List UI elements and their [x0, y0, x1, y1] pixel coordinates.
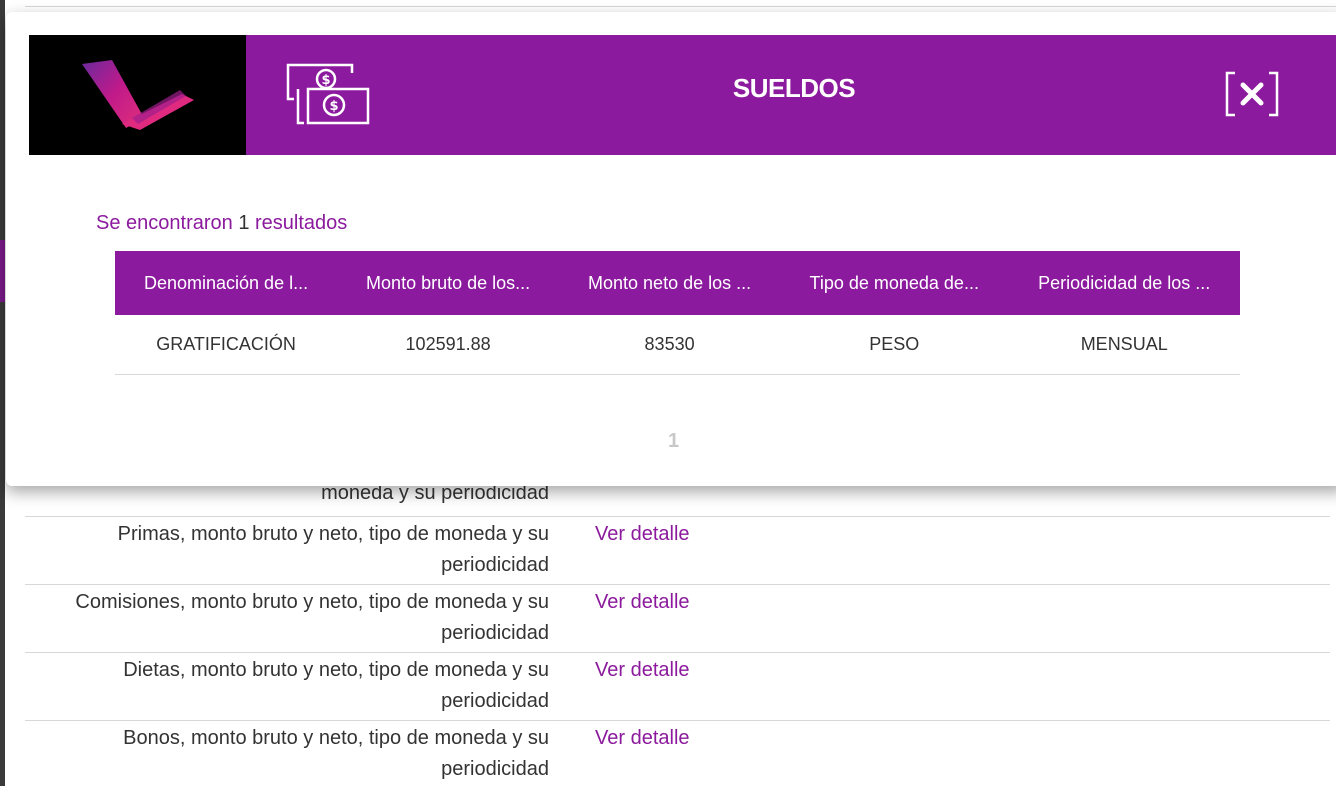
- page-top-divider: [25, 6, 1336, 7]
- pagination-page[interactable]: 1: [668, 430, 679, 453]
- close-icon[interactable]: [1223, 71, 1281, 117]
- modal-title: SUELDOS: [732, 73, 856, 103]
- list-item-label: Dietas, monto bruto y neto, tipo de mone…: [123, 659, 549, 712]
- column-header[interactable]: Periodicidad de los ...: [1008, 251, 1240, 315]
- ver-detalle-link[interactable]: Ver detalle: [595, 721, 690, 788]
- table-cell: PESO: [780, 315, 1009, 375]
- background-list: moneda y su periodicidad Primas, monto b…: [25, 440, 1330, 788]
- column-header[interactable]: Denominación de l...: [115, 251, 338, 315]
- list-item-label: Bonos, monto bruto y neto, tipo de moned…: [123, 727, 549, 780]
- table-cell: MENSUAL: [1008, 315, 1240, 375]
- results-summary: Se encontraron 1 resultados: [96, 212, 347, 235]
- column-header[interactable]: Tipo de moneda de...: [780, 251, 1009, 315]
- table-cell: 102591.88: [337, 315, 560, 375]
- table-cell: 83530: [559, 315, 781, 375]
- results-table: Denominación de l... Monto bruto de los.…: [115, 251, 1240, 375]
- table-cell: GRATIFICACIÓN: [115, 315, 338, 375]
- modal-header: $ $ SUELDOS: [29, 35, 1336, 155]
- sueldos-modal: $ $ SUELDOS Se encontraron 1 resultados …: [6, 12, 1336, 486]
- ver-detalle-link[interactable]: Ver detalle: [595, 517, 690, 584]
- list-item: Comisiones, monto bruto y neto, tipo de …: [25, 584, 1330, 652]
- list-item: Dietas, monto bruto y neto, tipo de mone…: [25, 652, 1330, 720]
- list-item-label: Comisiones, monto bruto y neto, tipo de …: [75, 591, 549, 644]
- page-left-edge: [0, 0, 5, 786]
- results-count: 1: [238, 212, 250, 234]
- list-item: Bonos, monto bruto y neto, tipo de moned…: [25, 720, 1330, 788]
- list-item-label: Primas, monto bruto y neto, tipo de mone…: [117, 523, 549, 576]
- results-prefix: Se encontraron: [96, 212, 233, 234]
- table-header-row: Denominación de l... Monto bruto de los.…: [115, 251, 1240, 315]
- page-left-accent: [0, 240, 5, 302]
- table-row: GRATIFICACIÓN 102591.88 83530 PESO MENSU…: [115, 315, 1240, 375]
- results-suffix: resultados: [255, 212, 348, 234]
- column-header[interactable]: Monto neto de los ...: [559, 251, 781, 315]
- ver-detalle-link[interactable]: Ver detalle: [595, 585, 690, 652]
- ver-detalle-link[interactable]: Ver detalle: [595, 653, 690, 720]
- list-item: Primas, monto bruto y neto, tipo de mone…: [25, 516, 1330, 584]
- column-header[interactable]: Monto bruto de los...: [337, 251, 560, 315]
